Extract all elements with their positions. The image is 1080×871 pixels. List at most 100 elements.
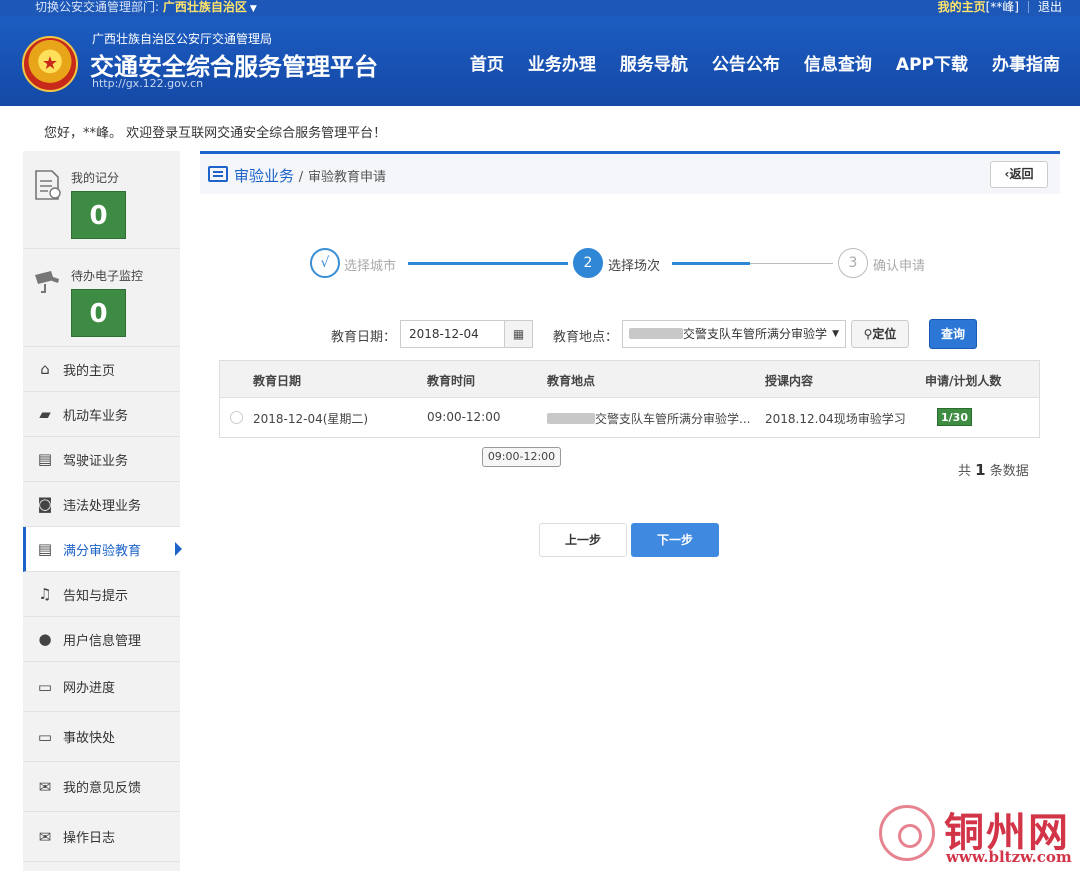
top-strip: 切换公安交通管理部门: 广西壮族自治区 ▼ 我的主页[**峰] 退出: [0, 0, 1080, 16]
monitor-card[interactable]: 待办电子监控 0: [23, 249, 180, 347]
date-label: 教育日期：: [331, 330, 397, 345]
calendar-button[interactable]: ▦: [504, 320, 533, 348]
sidebar-item-label: 满分审验教育: [63, 543, 142, 559]
back-button[interactable]: ‹返回: [990, 161, 1048, 188]
next-step-button[interactable]: 下一步: [631, 523, 719, 557]
date-input[interactable]: 2018-12-04: [400, 320, 504, 348]
col-date: 教育日期: [253, 374, 302, 388]
logout-link[interactable]: 退出: [1038, 0, 1062, 14]
active-arrow-icon: [175, 542, 182, 556]
sidebar-item-user-info[interactable]: ● 用户信息管理: [23, 617, 180, 662]
row-location-text: 交警支队车管所满分审验学...: [595, 412, 751, 426]
nav-info-query[interactable]: 信息查询: [804, 50, 872, 75]
accident-icon: ▭: [37, 727, 53, 746]
feedback-icon: ✉: [38, 777, 52, 796]
row-content: 2018.12.04现场审验学习: [765, 412, 906, 426]
session-radio[interactable]: [230, 411, 243, 424]
sidebar-item-education[interactable]: ▤ 满分审验教育: [23, 527, 182, 572]
sidebar: 我的记分 0 待办电子监控 0 ⌂ 我的主页 ▰ 机动车业务 ▤ 驾驶证业务 ◙ 违法处…: [23, 151, 182, 871]
nav-guide[interactable]: 办事指南: [992, 50, 1060, 75]
police-emblem-icon: ★: [22, 36, 78, 92]
sidebar-item-vehicle[interactable]: ▰ 机动车业务: [23, 392, 180, 437]
sidebar-item-license[interactable]: ▤ 驾驶证业务: [23, 437, 180, 482]
sidebar-item-label: 用户信息管理: [63, 633, 142, 649]
sidebar-item-accident[interactable]: ▭ 事故快处: [23, 712, 180, 762]
step-1-label: 选择城市: [344, 259, 397, 274]
sidebar-item-label: 违法处理业务: [63, 498, 142, 514]
org-name: 广西壮族自治区公安厅交通管理局: [92, 32, 273, 46]
step-3-circle: 3: [838, 248, 868, 278]
welcome-message: 您好，**峰。 欢迎登录互联网交通安全综合服务管理平台！: [44, 126, 387, 141]
sidebar-item-label: 告知与提示: [63, 588, 129, 604]
prev-step-button[interactable]: 上一步: [539, 523, 627, 557]
sidebar-item-notice[interactable]: ♫ 告知与提示: [23, 572, 180, 617]
total-number: 1: [975, 461, 986, 479]
watermark-url: www.bltzw.com: [946, 848, 1072, 866]
table-header: [220, 361, 1039, 398]
col-location: 教育地点: [547, 374, 596, 388]
row-date: 2018-12-04(星期二): [253, 412, 369, 426]
session-table: 教育日期 教育时间 教育地点 授课内容 申请/计划人数 2018-12-04(星…: [219, 360, 1040, 438]
sidebar-item-label: 事故快处: [63, 731, 116, 746]
nav-home[interactable]: 首页: [470, 50, 504, 75]
bell-icon: ♫: [38, 585, 52, 603]
locate-label: 定位: [872, 327, 897, 341]
sidebar-item-progress[interactable]: ▭ 网办进度: [23, 662, 180, 712]
sidebar-item-label: 网办进度: [63, 681, 116, 696]
total-suffix: 条数据: [989, 464, 1029, 479]
locate-button[interactable]: ⚲定位: [851, 320, 909, 348]
list-icon: [208, 166, 228, 182]
sidebar-item-violation[interactable]: ◙ 违法处理业务: [23, 482, 180, 527]
caret-down-icon: ▼: [249, 4, 257, 14]
nav-business[interactable]: 业务办理: [528, 50, 596, 75]
query-button[interactable]: 查询: [929, 319, 977, 349]
redacted-text: [629, 328, 683, 339]
step-3-label: 确认申请: [873, 259, 926, 274]
step-2-circle: 2: [573, 248, 603, 278]
breadcrumb: 审验业务 / 审验教育申请: [234, 165, 386, 186]
sidebar-item-log[interactable]: ✉ 操作日志: [23, 812, 180, 862]
score-card[interactable]: 我的记分 0: [23, 151, 180, 249]
divider: [1027, 1, 1029, 13]
breadcrumb-section[interactable]: 审验业务: [234, 167, 294, 185]
score-value: 0: [71, 191, 126, 239]
sidebar-item-label: 我的意见反馈: [63, 781, 142, 796]
progress-icon: ▭: [37, 677, 53, 696]
row-location: 交警支队车管所满分审验学...: [547, 410, 750, 427]
sidebar-item-label: 操作日志: [63, 831, 116, 846]
monitor-label: 待办电子监控: [71, 269, 144, 283]
home-icon: ⌂: [40, 360, 50, 378]
caret-down-icon: ▼: [832, 329, 839, 339]
my-home-link[interactable]: 我的主页: [938, 0, 986, 14]
user-links: 我的主页[**峰] 退出: [938, 0, 1062, 14]
nav-announcements[interactable]: 公告公布: [712, 50, 780, 75]
monitor-value: 0: [71, 289, 126, 337]
breadcrumb-page: 审验教育申请: [307, 170, 386, 185]
region-name: 广西壮族自治区: [162, 0, 247, 14]
camera-monitor-icon: [33, 267, 63, 299]
total-count: 共 1 条数据: [958, 460, 1029, 479]
count-badge: 1/30: [937, 408, 972, 426]
time-tooltip: 09:00-12:00: [482, 447, 561, 467]
truck-icon: ▰: [39, 405, 51, 423]
camera-icon: ◙: [37, 495, 53, 513]
redacted-text: [547, 413, 595, 424]
breadcrumb-bar: 审验业务 / 审验教育申请 ‹返回: [200, 151, 1060, 194]
step-connector: [408, 262, 568, 265]
nav-service-guide[interactable]: 服务导航: [620, 50, 688, 75]
step-2-label: 选择场次: [608, 259, 661, 274]
col-time: 教育时间: [427, 374, 476, 388]
step-connector: [750, 263, 833, 264]
sidebar-item-feedback[interactable]: ✉ 我的意见反馈: [23, 762, 180, 812]
location-select[interactable]: 交警支队车管所满分审验学 ▼: [622, 320, 846, 348]
nav-app-download[interactable]: APP下载: [896, 50, 968, 75]
location-value: 交警支队车管所满分审验学: [683, 327, 828, 341]
user-name: [**峰]: [985, 0, 1019, 14]
list-icon: ▤: [37, 540, 53, 558]
department-switcher[interactable]: 切换公安交通管理部门: 广西壮族自治区 ▼: [35, 0, 257, 16]
switch-label: 切换公安交通管理部门:: [35, 0, 160, 14]
sidebar-item-label: 我的主页: [63, 363, 116, 379]
calendar-grid-icon: ▦: [512, 327, 525, 341]
sidebar-item-home[interactable]: ⌂ 我的主页: [23, 347, 180, 392]
score-label: 我的记分: [71, 171, 120, 185]
